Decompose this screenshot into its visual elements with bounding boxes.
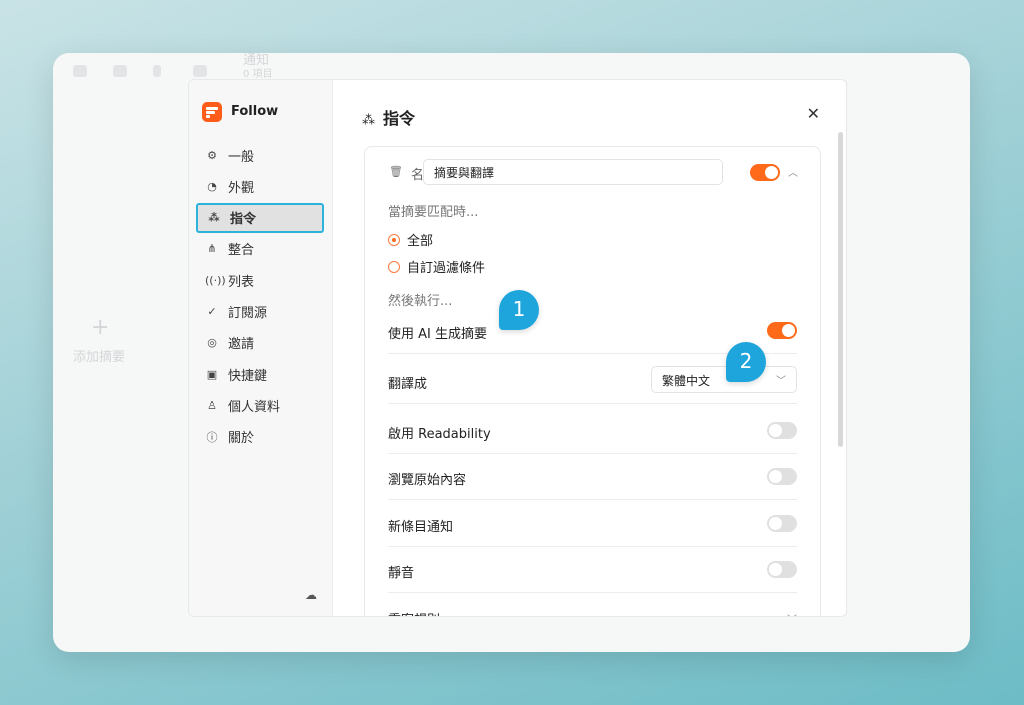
page-title: ⁂ 指令 <box>362 105 415 129</box>
gear-icon: ⚙ <box>207 148 217 162</box>
image-icon <box>73 65 87 77</box>
action-toggle[interactable] <box>767 515 797 532</box>
action-label: 翻譯成 <box>388 377 428 392</box>
chevron-down-icon: ﹀ <box>776 376 786 387</box>
sidebar-item-3[interactable]: ⋔ 整合 <box>196 234 324 264</box>
action-label: 啟用 Readability <box>388 427 491 442</box>
brand-name: Follow <box>231 104 279 119</box>
keyboard-icon: ▣ <box>206 367 218 381</box>
radio-all[interactable]: 全部 <box>388 230 797 249</box>
badge-check-icon: ✓ <box>207 305 217 318</box>
sidebar-item-label: 關於 <box>228 431 255 447</box>
cloud-sync-icon[interactable]: ☁ <box>305 588 317 602</box>
sidebar-item-9[interactable]: ⓘ 關於 <box>196 422 324 452</box>
action-label: 新條目通知 <box>388 520 454 535</box>
sidebar-item-5[interactable]: ✓ 訂閱源 <box>196 297 324 327</box>
mic-icon <box>153 65 161 77</box>
radio-custom[interactable]: 自訂過濾條件 <box>388 257 797 276</box>
sidebar-item-label: 個人資料 <box>228 399 281 415</box>
integration-icon: ⋔ <box>207 242 217 256</box>
sidebar-item-2[interactable]: ⁂ 指令 <box>196 202 324 233</box>
annotation-1: 1 <box>499 290 539 330</box>
sidebar-item-4[interactable]: ((·)) 列表 <box>196 265 324 295</box>
invite-icon: ◎ <box>207 336 217 350</box>
divider <box>388 403 797 404</box>
magic-wand-icon: ⁂ <box>208 211 220 225</box>
palette-icon: ◔ <box>207 179 217 193</box>
chevron-up-icon[interactable]: ︿ <box>788 164 798 179</box>
action-row: 啟用 Readability <box>388 422 797 442</box>
rule-name-input[interactable] <box>423 159 723 185</box>
action-label: 靜音 <box>388 566 415 581</box>
add-label: 添加摘要 <box>73 350 126 365</box>
action-toggle[interactable] <box>767 322 797 339</box>
sidebar-item-label: 整合 <box>228 243 255 259</box>
title-text: 指令 <box>383 109 416 128</box>
scrollbar[interactable] <box>838 132 843 447</box>
action-toggle[interactable] <box>767 422 797 439</box>
action-row: 重寫規則 ﹀ <box>388 609 797 616</box>
bg-count: 0 項目 <box>243 69 273 80</box>
chevron-down-icon[interactable]: ﹀ <box>787 611 797 616</box>
divider <box>388 453 797 454</box>
sidebar-item-1[interactable]: ◔ 外觀 <box>196 171 324 201</box>
rule-enabled-toggle[interactable] <box>750 164 780 181</box>
action-toggle[interactable] <box>767 468 797 485</box>
sidebar-item-6[interactable]: ◎ 邀請 <box>196 328 324 358</box>
sidebar-item-label: 訂閱源 <box>228 306 268 321</box>
megaphone-icon <box>193 65 207 77</box>
info-icon: ⓘ <box>206 430 218 444</box>
divider <box>388 546 797 547</box>
close-button[interactable]: ✕ <box>807 104 820 123</box>
sidebar-item-label: 快捷鍵 <box>228 368 268 384</box>
radio-label: 自訂過濾條件 <box>407 261 486 276</box>
user-icon: ♙ <box>207 398 217 412</box>
sidebar-item-8[interactable]: ♙ 個人資料 <box>196 390 324 420</box>
action-row: 使用 AI 生成摘要 <box>388 322 797 342</box>
when-label: 當摘要匹配時... <box>388 205 479 220</box>
sidebar-item-label: 一般 <box>228 149 255 165</box>
annotation-2: 2 <box>726 342 766 382</box>
then-label: 然後執行... <box>388 294 453 309</box>
divider <box>388 592 797 593</box>
follow-logo <box>202 102 222 122</box>
sidebar-item-0[interactable]: ⚙ 一般 <box>196 140 324 170</box>
broadcast-icon: ((·)) <box>205 273 226 287</box>
action-label: 重寫規則 <box>388 613 440 616</box>
settings-sidebar: Follow ⚙ 一般 ◔ 外觀 ⁂ 指令 ⋔ 整合 ((·)) 列表 ✓ 訂閱源 ◎ 邀請 ▣ 快捷鍵 ♙ 個人… <box>189 80 333 616</box>
action-row: 新條目通知 <box>388 515 797 535</box>
add-icon: + <box>91 315 110 340</box>
language-select[interactable]: 繁體中文 ﹀ <box>651 366 797 393</box>
settings-dialog: Follow ⚙ 一般 ◔ 外觀 ⁂ 指令 ⋔ 整合 ((·)) 列表 ✓ 訂閱源 ◎ 邀請 ▣ 快捷鍵 ♙ 個人… <box>188 79 847 617</box>
action-row: 靜音 <box>388 561 797 581</box>
divider <box>388 499 797 500</box>
sidebar-item-label: 邀請 <box>228 337 255 353</box>
video-icon <box>113 65 127 77</box>
sidebar-item-label: 列表 <box>228 274 255 290</box>
magic-wand-icon: ⁂ <box>362 113 375 128</box>
sidebar-item-7[interactable]: ▣ 快捷鍵 <box>196 359 324 389</box>
select-value: 繁體中文 <box>662 374 711 388</box>
rule-card: 🗑 名稱 ︿ 當摘要匹配時... 全部 自訂過濾條件 然後執行... 使用 AI… <box>364 146 821 616</box>
settings-main: ⁂ 指令 ✕ 🗑 名稱 ︿ 當摘要匹配時... 全部 自訂過濾條件 然後執行...… <box>334 80 846 616</box>
action-label: 使用 AI 生成摘要 <box>388 327 487 342</box>
sidebar-item-label: 外觀 <box>228 180 255 196</box>
action-label: 瀏覽原始內容 <box>388 473 467 488</box>
action-toggle[interactable] <box>767 561 797 578</box>
action-row: 瀏覽原始內容 <box>388 468 797 488</box>
radio-label: 全部 <box>407 234 434 249</box>
sidebar-item-label: 指令 <box>230 212 257 228</box>
